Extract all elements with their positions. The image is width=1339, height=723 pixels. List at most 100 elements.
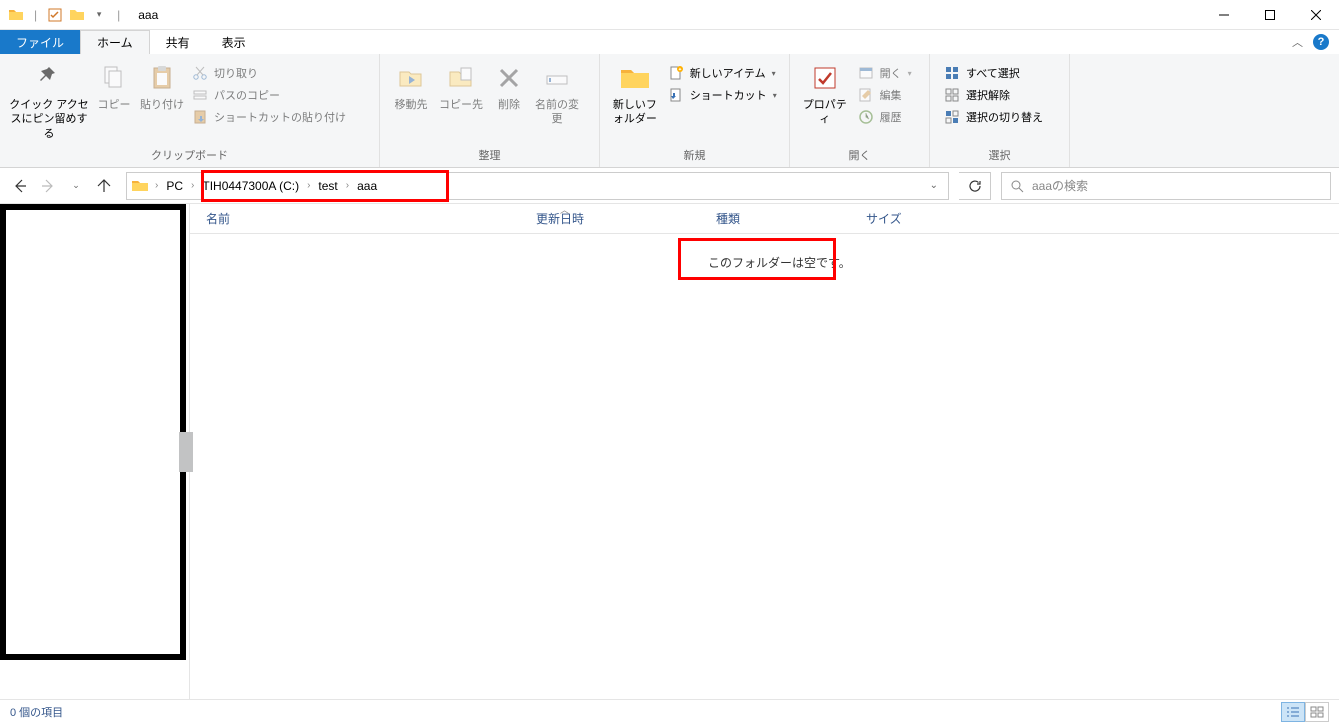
select-none-button[interactable]: 選択解除 — [940, 84, 1063, 106]
forward-button[interactable] — [36, 174, 60, 198]
new-item-button[interactable]: ✦ 新しいアイテム ▾ — [664, 62, 783, 84]
address-bar[interactable]: › PC › TIH0447300A (C:) › test › aaa ⌄ — [126, 172, 949, 200]
copy-icon — [98, 62, 130, 94]
delete-icon — [493, 62, 525, 94]
ribbon-tabs: ファイル ホーム 共有 表示 ︿ ? — [0, 30, 1339, 54]
empty-folder-message: このフォルダーは空です。 — [690, 248, 869, 277]
delete-button[interactable]: 削除 — [486, 58, 532, 116]
invert-icon — [944, 109, 960, 125]
move-to-button[interactable]: 移動先 — [386, 58, 436, 116]
organize-group-label: 整理 — [386, 145, 593, 167]
column-headers: ︿ 名前 更新日時 種類 サイズ — [190, 204, 1339, 234]
qat-dropdown-icon[interactable]: ▾ — [91, 7, 107, 23]
file-list-pane[interactable]: ︿ 名前 更新日時 種類 サイズ このフォルダーは空です。 — [190, 204, 1339, 699]
window-title: aaa — [138, 8, 158, 22]
help-icon[interactable]: ? — [1313, 34, 1329, 50]
chevron-down-icon: ▾ — [773, 91, 777, 100]
properties-qat-icon[interactable] — [47, 7, 63, 23]
column-name[interactable]: 名前 — [190, 210, 520, 227]
address-dropdown-icon[interactable]: ⌄ — [924, 180, 944, 191]
back-button[interactable] — [8, 174, 32, 198]
breadcrumb-pc[interactable]: PC — [160, 173, 189, 199]
pin-to-quick-access-button[interactable]: クイック アクセスにピン留めする — [6, 58, 92, 145]
svg-text:✦: ✦ — [678, 67, 682, 73]
maximize-button[interactable] — [1247, 0, 1293, 30]
copy-to-button[interactable]: コピー先 — [436, 58, 486, 116]
properties-icon — [809, 62, 841, 94]
redacted-region — [0, 204, 186, 660]
select-all-icon — [944, 65, 960, 81]
minimize-button[interactable] — [1201, 0, 1247, 30]
navigation-bar: ⌄ › PC › TIH0447300A (C:) › test › aaa ⌄… — [0, 168, 1339, 204]
rename-button[interactable]: 名前の変更 — [532, 58, 582, 131]
move-to-icon — [395, 62, 427, 94]
column-date[interactable]: 更新日時 — [520, 210, 700, 227]
ribbon: クイック アクセスにピン留めする コピー 貼り付け 切り取り — [0, 54, 1339, 168]
paste-icon — [146, 62, 178, 94]
thumbnails-view-button[interactable] — [1305, 702, 1329, 722]
clipboard-group-label: クリップボード — [6, 145, 373, 167]
column-size[interactable]: サイズ — [850, 210, 970, 227]
qat-separator: | — [34, 8, 37, 22]
open-button[interactable]: 開く ▾ — [854, 62, 923, 84]
copy-path-button[interactable]: パスのコピー — [188, 84, 368, 106]
sort-indicator-icon: ︿ — [560, 203, 569, 216]
cut-icon — [192, 65, 208, 81]
history-button[interactable]: 履歴 — [854, 106, 923, 128]
tab-home[interactable]: ホーム — [80, 30, 150, 54]
rename-icon — [541, 62, 573, 94]
folder-icon — [131, 177, 149, 195]
properties-button[interactable]: プロパティ — [796, 58, 854, 131]
chevron-down-icon: ▾ — [908, 69, 912, 78]
breadcrumb-test[interactable]: test — [312, 173, 343, 199]
new-item-icon: ✦ — [668, 65, 684, 81]
select-none-icon — [944, 87, 960, 103]
tab-share[interactable]: 共有 — [150, 30, 206, 54]
paste-shortcut-icon — [192, 109, 208, 125]
refresh-button[interactable] — [959, 172, 991, 200]
copy-path-icon — [192, 87, 208, 103]
paste-shortcut-button[interactable]: ショートカットの貼り付け — [188, 106, 368, 128]
navigation-pane[interactable] — [0, 204, 190, 699]
open-group-label: 開く — [796, 145, 923, 167]
copy-button[interactable]: コピー — [92, 58, 136, 116]
search-placeholder: aaaの検索 — [1032, 177, 1088, 194]
edit-icon — [858, 87, 874, 103]
new-folder-icon — [619, 62, 651, 94]
recent-dropdown[interactable]: ⌄ — [64, 174, 88, 198]
chevron-right-icon[interactable]: › — [305, 180, 312, 191]
status-bar: 0 個の項目 — [0, 699, 1339, 723]
title-separator: | — [117, 8, 120, 22]
open-icon — [858, 65, 874, 81]
select-all-button[interactable]: すべて選択 — [940, 62, 1063, 84]
column-type[interactable]: 種類 — [700, 210, 850, 227]
up-button[interactable] — [92, 174, 116, 198]
breadcrumb-drive[interactable]: TIH0447300A (C:) — [196, 173, 305, 199]
tab-file[interactable]: ファイル — [0, 30, 80, 54]
chevron-right-icon[interactable]: › — [344, 180, 351, 191]
cut-button[interactable]: 切り取り — [188, 62, 368, 84]
collapse-ribbon-icon[interactable]: ︿ — [1292, 34, 1303, 50]
copy-to-icon — [445, 62, 477, 94]
new-group-label: 新規 — [606, 145, 783, 167]
details-view-button[interactable] — [1281, 702, 1305, 722]
new-shortcut-button[interactable]: ショートカット ▾ — [664, 84, 783, 106]
search-box[interactable]: aaaの検索 — [1001, 172, 1331, 200]
history-icon — [858, 109, 874, 125]
new-folder-button[interactable]: 新しいフォルダー — [606, 58, 664, 131]
close-button[interactable] — [1293, 0, 1339, 30]
invert-selection-button[interactable]: 選択の切り替え — [940, 106, 1063, 128]
shortcut-icon — [668, 87, 684, 103]
chevron-right-icon[interactable]: › — [153, 180, 160, 191]
breadcrumb-aaa[interactable]: aaa — [351, 173, 383, 199]
edit-button[interactable]: 編集 — [854, 84, 923, 106]
search-icon — [1010, 179, 1024, 193]
tab-view[interactable]: 表示 — [206, 30, 262, 54]
chevron-right-icon[interactable]: › — [189, 180, 196, 191]
folder-qat-icon[interactable] — [69, 7, 85, 23]
paste-button[interactable]: 貼り付け — [136, 58, 188, 116]
chevron-down-icon: ▾ — [772, 69, 776, 78]
item-count: 0 個の項目 — [10, 704, 63, 720]
select-group-label: 選択 — [936, 145, 1063, 167]
title-bar: | ▾ | aaa — [0, 0, 1339, 30]
